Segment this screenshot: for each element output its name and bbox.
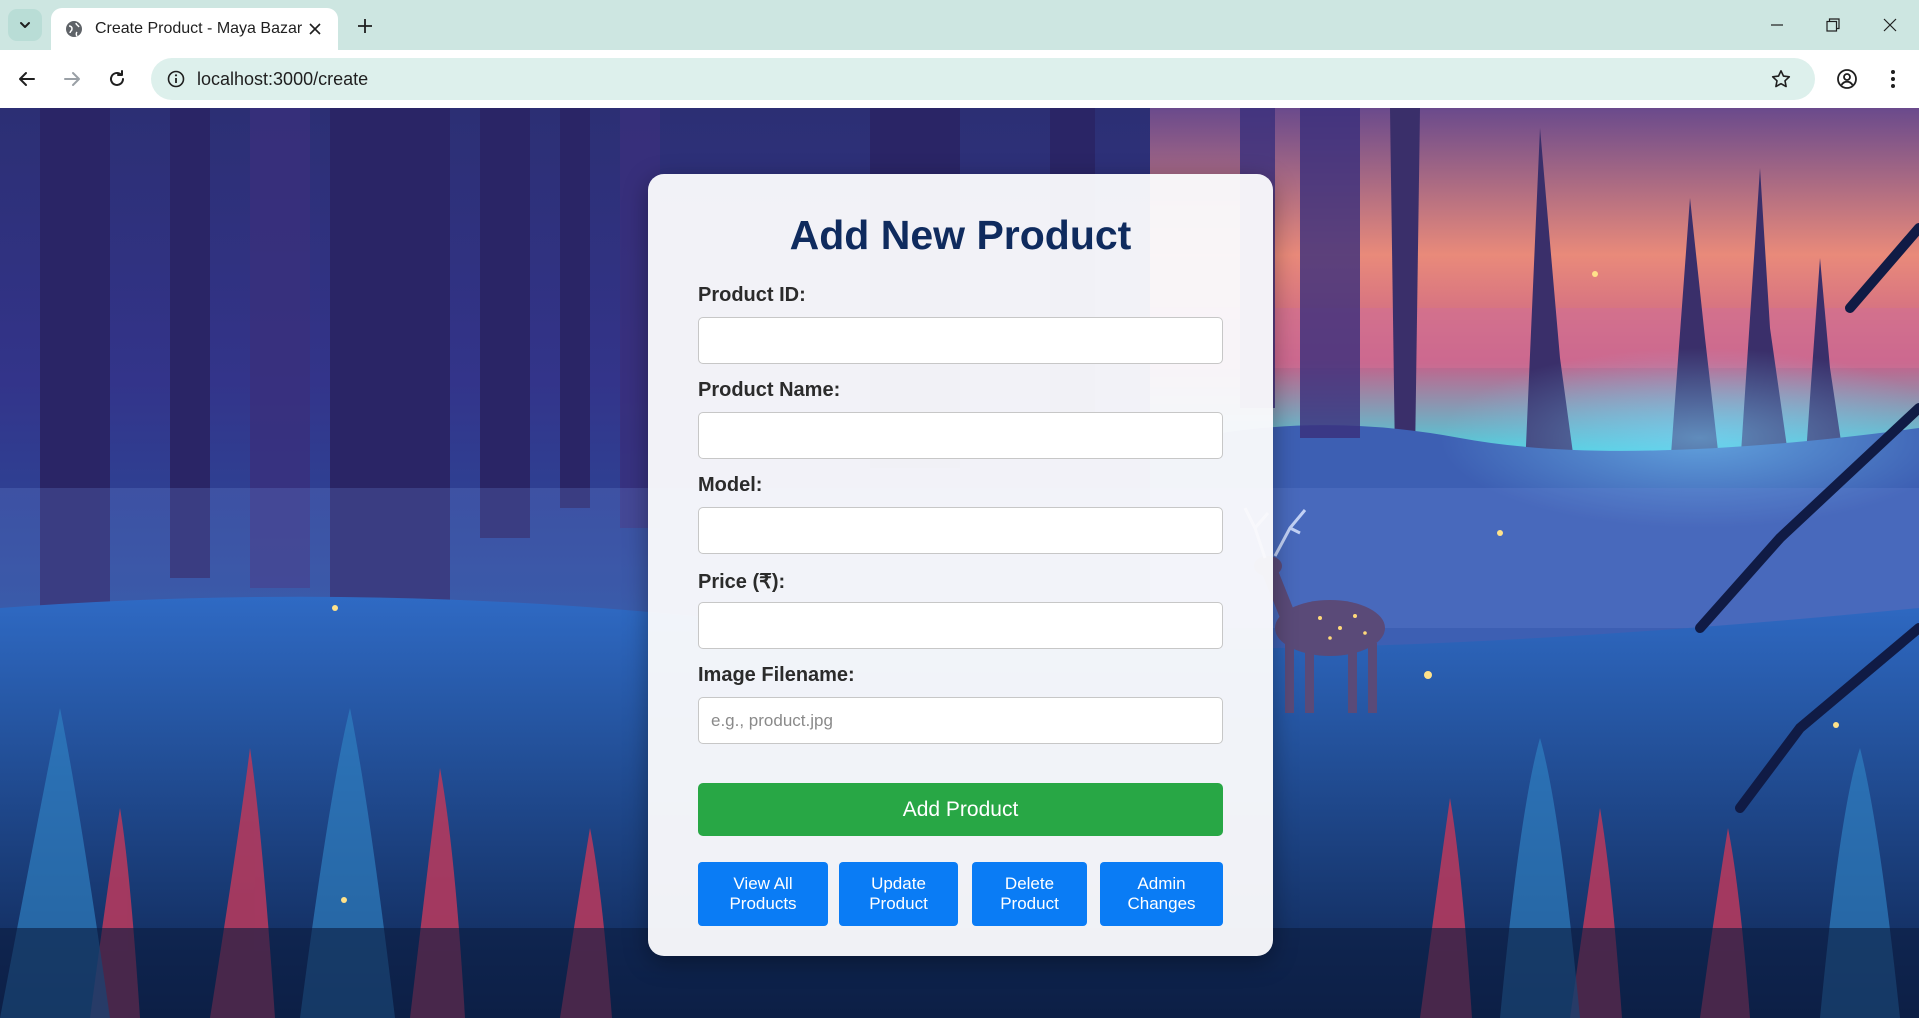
info-icon	[167, 70, 185, 88]
product-name-input[interactable]	[698, 412, 1223, 459]
forward-button[interactable]	[55, 62, 89, 96]
chevron-down-icon	[20, 22, 30, 28]
tab-strip: Create Product - Maya Bazar	[0, 0, 1919, 50]
close-icon	[1883, 18, 1897, 32]
tab-search-button[interactable]	[8, 9, 42, 41]
restore-button[interactable]	[1815, 10, 1851, 40]
image-filename-input[interactable]	[698, 697, 1223, 744]
plus-icon	[358, 19, 372, 33]
page-title: Add New Product	[789, 212, 1132, 258]
site-info-button[interactable]	[161, 64, 191, 94]
profile-icon	[1837, 69, 1857, 89]
globe-icon	[66, 21, 82, 37]
admin-changes-button[interactable]: Admin Changes	[1100, 862, 1223, 926]
view-all-products-button[interactable]: View All Products	[698, 862, 828, 926]
browser-menu-button[interactable]	[1876, 62, 1910, 96]
kebab-menu-icon	[1891, 70, 1895, 88]
product-id-label: Product ID:	[698, 284, 806, 306]
minimize-icon	[1771, 24, 1783, 26]
new-tab-button[interactable]	[350, 11, 380, 41]
minimize-button[interactable]	[1759, 10, 1795, 40]
address-bar[interactable]: localhost:3000/create	[151, 58, 1815, 100]
profile-button[interactable]	[1830, 62, 1864, 96]
star-icon	[1771, 70, 1791, 88]
browser-toolbar: localhost:3000/create	[0, 50, 1919, 108]
model-input[interactable]	[698, 507, 1223, 554]
add-product-button[interactable]: Add Product	[698, 783, 1223, 836]
product-id-input[interactable]	[698, 317, 1223, 364]
back-button[interactable]	[10, 62, 44, 96]
delete-product-button[interactable]: Delete Product	[972, 862, 1087, 926]
browser-tab-active[interactable]: Create Product - Maya Bazar	[51, 8, 338, 50]
arrow-left-icon	[19, 72, 35, 86]
price-label: Price (₹):	[698, 571, 786, 593]
url-text[interactable]: localhost:3000/create	[197, 69, 368, 90]
update-product-button[interactable]: Update Product	[839, 862, 958, 926]
close-window-button[interactable]	[1872, 10, 1908, 40]
bookmark-button[interactable]	[1767, 65, 1795, 93]
arrow-right-icon	[64, 72, 80, 86]
reload-button[interactable]	[100, 62, 134, 96]
close-icon	[309, 23, 321, 35]
model-label: Model:	[698, 474, 763, 496]
tab-title: Create Product - Maya Bazar	[95, 20, 303, 37]
image-filename-label: Image Filename:	[698, 664, 855, 686]
add-product-card: Add New Product Product ID: Product Name…	[648, 174, 1273, 956]
reload-icon	[110, 70, 124, 86]
close-tab-button[interactable]	[304, 18, 326, 40]
page-viewport: Add New Product Product ID: Product Name…	[0, 108, 1919, 1018]
product-name-label: Product Name:	[698, 379, 841, 401]
restore-icon	[1826, 18, 1840, 32]
price-input[interactable]	[698, 602, 1223, 649]
